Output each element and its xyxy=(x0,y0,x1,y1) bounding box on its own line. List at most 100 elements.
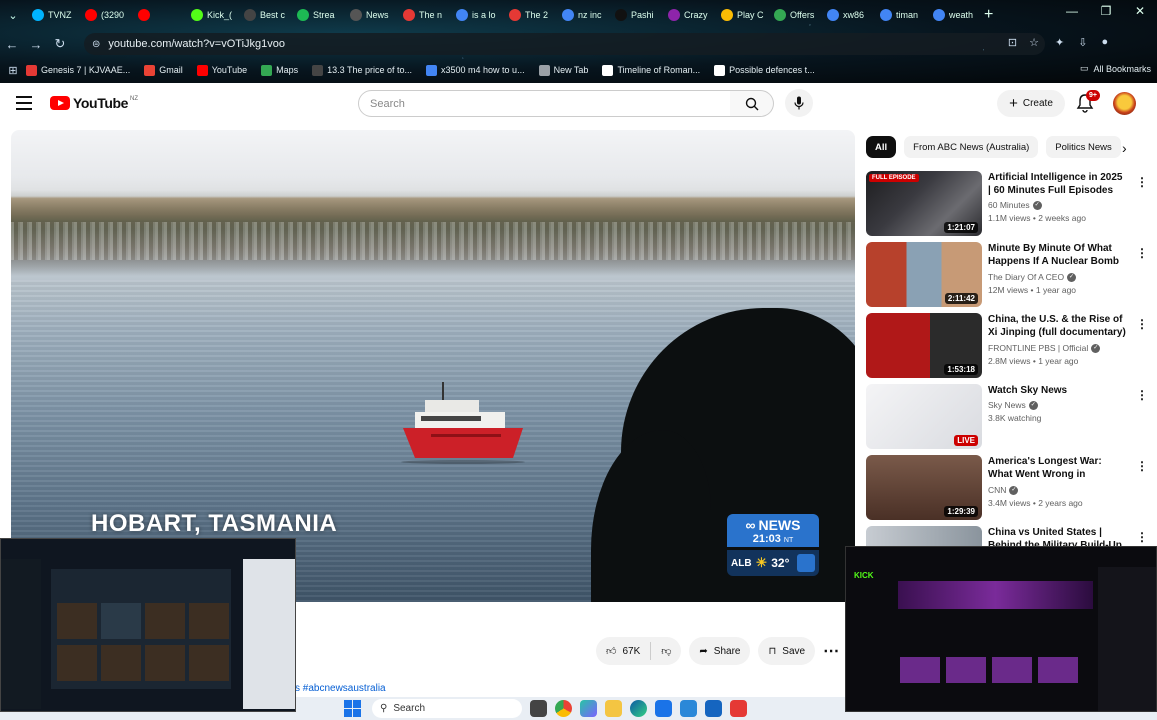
video-player[interactable]: HOBART, TASMANIA ∞ NEWS 21:03 NT ALB ☀ 3… xyxy=(11,130,855,602)
bookmark-item[interactable]: Timeline of Roman... xyxy=(602,64,700,76)
copilot-icon[interactable] xyxy=(580,700,597,717)
url-text[interactable]: youtube.com/watch?v=vOTiJkg1voo xyxy=(108,38,285,50)
bookmark-item[interactable]: Genesis 7 | KJVAAE... xyxy=(26,64,130,76)
browser-tab[interactable]: TVNZ xyxy=(26,2,79,28)
bookmark-star-icon[interactable]: ☆ xyxy=(1029,36,1039,49)
recommendation-item[interactable]: FULL EPISODE 1:21:07 Artificial Intelligen… xyxy=(866,171,1151,237)
video-title[interactable]: Artificial Intelligence in 2025 | 60 Min… xyxy=(988,171,1128,197)
menu-icon[interactable] xyxy=(16,96,32,114)
browser-tab[interactable]: timan xyxy=(874,2,927,28)
browser-tab[interactable]: is a lo xyxy=(450,2,503,28)
all-bookmarks-button[interactable]: ▭ All Bookmarks xyxy=(1080,63,1151,74)
create-button[interactable]: + Create xyxy=(997,90,1065,117)
video-thumbnail[interactable]: FULL EPISODE 1:21:07 xyxy=(866,171,982,236)
bookmark-item[interactable]: YouTube xyxy=(196,64,247,76)
back-arrow-icon[interactable]: ← xyxy=(0,37,24,52)
browser-tab[interactable]: Offers xyxy=(768,2,821,28)
reload-icon[interactable]: ↻ xyxy=(48,36,72,52)
browser-tab[interactable]: News xyxy=(344,2,397,28)
video-title[interactable]: Minute By Minute Of What Happens If A Nu… xyxy=(988,242,1128,269)
filter-chip[interactable]: All xyxy=(866,136,897,158)
search-button[interactable] xyxy=(730,90,774,117)
bookmark-item[interactable]: 13.3 The price of to... xyxy=(312,64,412,76)
bookmark-item[interactable]: Gmail xyxy=(144,64,183,76)
browser-tab[interactable]: (3290 xyxy=(79,2,132,28)
forward-arrow-icon[interactable]: → xyxy=(24,37,48,52)
bookmark-item[interactable]: Possible defences t... xyxy=(714,64,815,76)
taskbar-search[interactable]: ⚲ Search xyxy=(372,699,522,718)
folder-icon[interactable] xyxy=(605,700,622,717)
channel-name[interactable]: 60 Minutes xyxy=(988,200,1030,210)
video-thumbnail[interactable]: 2:11:42 xyxy=(866,242,982,307)
close-icon[interactable]: ✕ xyxy=(1123,4,1157,18)
video-thumbnail[interactable]: 1:29:39 xyxy=(866,455,982,520)
description-hashtag[interactable]: s #abcnewsaustralia xyxy=(295,683,386,694)
maximize-icon[interactable]: ❐ xyxy=(1089,4,1123,18)
video-thumbnail[interactable]: LIVE xyxy=(866,384,982,449)
omnibox[interactable]: ⊜ youtube.com/watch?v=vOTiJkg1voo ⊡ ☆ xyxy=(84,33,1045,55)
site-info-icon[interactable]: ⊜ xyxy=(92,39,100,50)
apps-grid-icon[interactable]: ⊞ xyxy=(0,64,26,77)
install-app-icon[interactable]: ⊡ xyxy=(1008,36,1017,49)
mail-icon[interactable] xyxy=(655,700,672,717)
more-options-icon[interactable]: ⋮ xyxy=(1136,459,1148,473)
store-icon[interactable] xyxy=(680,700,697,717)
more-options-icon[interactable]: ⋮ xyxy=(1136,246,1148,260)
browser-tab[interactable]: The 2 xyxy=(503,2,556,28)
browser-tab[interactable]: Play C xyxy=(715,2,768,28)
filter-chip[interactable]: From ABC News (Australia) xyxy=(904,136,1039,158)
browser-tab[interactable]: weath xyxy=(927,2,980,28)
profile-icon[interactable]: ● xyxy=(1101,36,1108,49)
recommendation-item[interactable]: 1:53:18 China, the U.S. & the Rise of Xi … xyxy=(866,313,1151,379)
browser-tab[interactable]: Pashi xyxy=(609,2,662,28)
voice-search-button[interactable] xyxy=(785,89,813,117)
minimize-icon[interactable]: — xyxy=(1055,4,1089,18)
tab-search-chevron-icon[interactable]: ⌄ xyxy=(0,9,26,22)
channel-name[interactable]: The Diary Of A CEO xyxy=(988,272,1064,282)
bookmark-item[interactable]: Maps xyxy=(261,64,298,76)
browser-tab[interactable] xyxy=(132,2,185,28)
account-avatar[interactable] xyxy=(1113,92,1136,115)
browser-tab[interactable]: nz inc xyxy=(556,2,609,28)
downloads-icon[interactable]: ⇩ xyxy=(1078,36,1087,49)
recommendation-item[interactable]: 1:29:39 America's Longest War: What Went … xyxy=(866,455,1151,521)
more-options-icon[interactable]: ⋮ xyxy=(1136,388,1148,402)
file-explorer-icon[interactable] xyxy=(530,700,547,717)
thumbs-down-icon[interactable]: 👎︎ xyxy=(661,645,671,657)
video-thumbnail[interactable]: 1:53:18 xyxy=(866,313,982,378)
browser-tab[interactable]: Kick_( xyxy=(185,2,238,28)
share-button[interactable]: ➦ Share xyxy=(689,637,751,665)
recommendation-item[interactable]: LIVE Watch Sky News Sky News ✓ 3.8K watching… xyxy=(866,384,1151,450)
more-options-icon[interactable]: ⋮ xyxy=(1136,317,1148,331)
channel-name[interactable]: Sky News xyxy=(988,400,1026,410)
browser-tab[interactable]: Best c xyxy=(238,2,291,28)
more-options-icon[interactable]: ⋮ xyxy=(1136,175,1148,189)
new-tab-button[interactable]: + xyxy=(984,6,993,24)
notification-app-icon[interactable] xyxy=(730,700,747,717)
chevron-right-icon[interactable]: › xyxy=(1122,140,1127,156)
more-options-icon[interactable]: ⋮ xyxy=(1136,530,1148,544)
save-button[interactable]: ⊓ Save xyxy=(758,637,816,665)
edge-icon[interactable] xyxy=(630,700,647,717)
extensions-icon[interactable]: ✦ xyxy=(1055,36,1064,49)
bookmark-item[interactable]: x3500 m4 how to u... xyxy=(426,64,525,76)
search-input[interactable]: Search xyxy=(358,90,731,117)
channel-name[interactable]: FRONTLINE PBS | Official xyxy=(988,343,1088,353)
channel-name[interactable]: CNN xyxy=(988,485,1006,495)
recommendation-item[interactable]: 2:11:42 Minute By Minute Of What Happens … xyxy=(866,242,1151,308)
filter-chip[interactable]: Politics News xyxy=(1046,136,1121,158)
browser-tab[interactable]: xw86 xyxy=(821,2,874,28)
video-title[interactable]: China, the U.S. & the Rise of Xi Jinping… xyxy=(988,313,1128,340)
browser-tab[interactable]: The n xyxy=(397,2,450,28)
bookmark-item[interactable]: New Tab xyxy=(538,64,588,76)
more-actions-icon[interactable]: ⋯ xyxy=(823,641,839,661)
app-icon[interactable] xyxy=(705,700,722,717)
youtube-logo[interactable]: YouTube NZ xyxy=(50,95,138,111)
video-title[interactable]: America's Longest War: What Went Wrong i… xyxy=(988,455,1128,482)
browser-tab[interactable]: Crazy xyxy=(662,2,715,28)
windows-start-icon[interactable] xyxy=(344,700,361,717)
browser-tab[interactable]: Strea xyxy=(291,2,344,28)
video-title[interactable]: Watch Sky News xyxy=(988,384,1128,397)
chrome-icon[interactable] xyxy=(555,700,572,717)
like-button[interactable]: 👍︎ 67K xyxy=(606,645,640,658)
